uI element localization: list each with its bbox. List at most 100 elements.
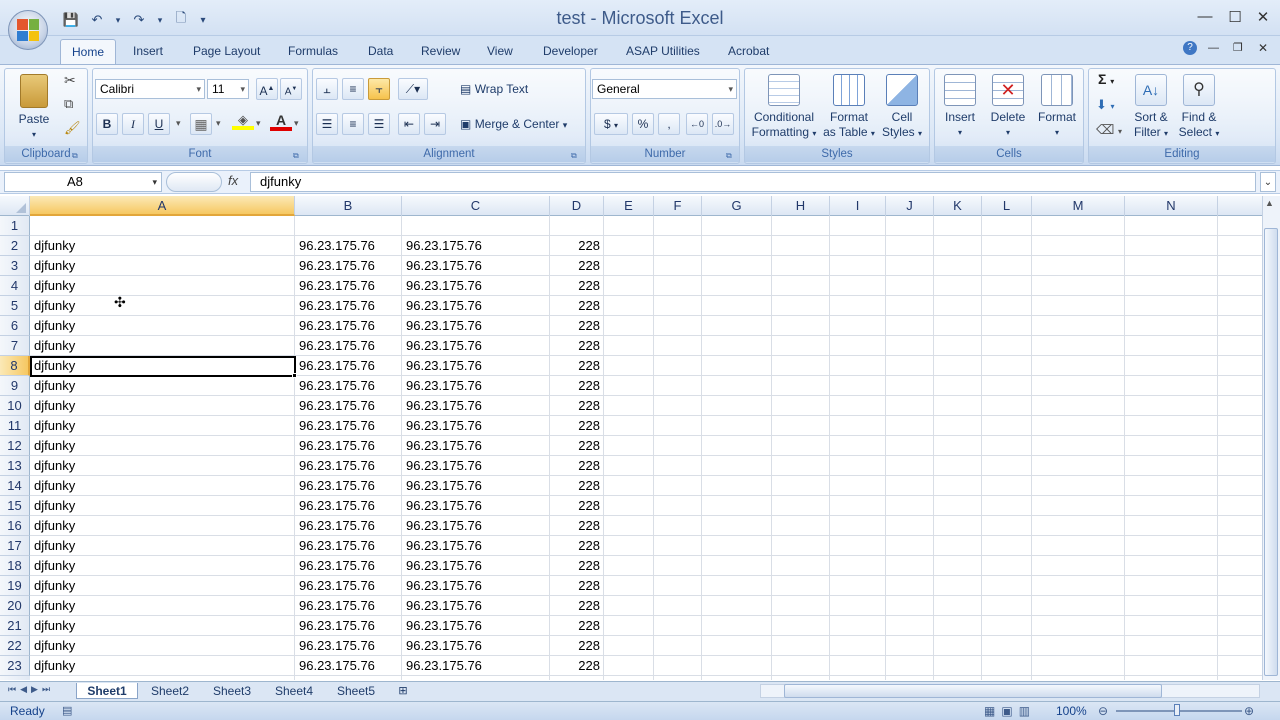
cell-c[interactable]: 96.23.175.76 (402, 616, 550, 636)
row-header[interactable]: 17 (0, 536, 30, 556)
name-box[interactable]: A8 ▾ (4, 172, 162, 192)
fill-color-dropdown-icon[interactable]: ▾ (256, 118, 261, 129)
cell-a[interactable] (30, 216, 295, 236)
row-header[interactable]: 6 (0, 316, 30, 336)
cell-b[interactable]: 96.23.175.76 (295, 456, 402, 476)
borders-dropdown-icon[interactable]: ▾ (216, 118, 221, 129)
merge-center-button[interactable]: ▣ Merge & Center ▾ (460, 117, 567, 131)
tab-view[interactable]: View (487, 44, 513, 62)
cell-c[interactable]: 96.23.175.76 (402, 536, 550, 556)
alignment-launcher-icon[interactable]: ⧉ (571, 151, 577, 161)
cell-b[interactable]: 96.23.175.76 (295, 236, 402, 256)
cell-b[interactable]: 96.23.175.76 (295, 296, 402, 316)
font-color-dropdown-icon[interactable]: ▾ (294, 118, 299, 129)
cell-d[interactable]: 228 (550, 656, 604, 676)
align-left-icon[interactable]: ☰ (316, 113, 338, 135)
cut-icon[interactable]: ✂ (64, 72, 76, 89)
find-select-button[interactable]: ⚲ Find & Select ▾ (1176, 74, 1222, 141)
cell-d[interactable]: 228 (550, 276, 604, 296)
page-break-view-icon[interactable]: ▥ (1019, 704, 1036, 718)
cell-c[interactable]: 96.23.175.76 (402, 296, 550, 316)
cell-b[interactable]: 96.23.175.76 (295, 556, 402, 576)
row-header[interactable]: 1 (0, 216, 30, 236)
tab-formulas[interactable]: Formulas (288, 44, 338, 62)
macro-record-icon[interactable]: ▤ (62, 704, 72, 717)
cell-c[interactable]: 96.23.175.76 (402, 376, 550, 396)
column-header-l[interactable]: L (982, 196, 1032, 216)
scroll-up-icon[interactable]: ▲ (1265, 198, 1274, 208)
underline-button[interactable]: U (148, 113, 170, 135)
cell-b[interactable]: 96.23.175.76 (295, 636, 402, 656)
formula-input[interactable]: djfunky (250, 172, 1256, 192)
cell-d[interactable]: 228 (550, 476, 604, 496)
column-header-m[interactable]: M (1032, 196, 1125, 216)
shrink-font-button[interactable]: A▼ (280, 78, 302, 100)
cell-c[interactable]: 96.23.175.76 (402, 436, 550, 456)
cell-a[interactable]: djfunky (30, 476, 295, 496)
column-header-i[interactable]: I (830, 196, 886, 216)
horizontal-scroll-thumb[interactable] (784, 684, 1162, 698)
row-header[interactable]: 13 (0, 456, 30, 476)
percent-button[interactable]: % (632, 113, 654, 135)
cell-b[interactable]: 96.23.175.76 (295, 516, 402, 536)
cell-b[interactable]: 96.23.175.76 (295, 256, 402, 276)
zoom-level[interactable]: 100% (1056, 704, 1087, 718)
cell-d[interactable]: 228 (550, 616, 604, 636)
cell-a[interactable]: djfunky (30, 336, 295, 356)
close-icon[interactable]: ✕ (1248, 8, 1278, 26)
cell-d[interactable]: 228 (550, 396, 604, 416)
row-header[interactable]: 7 (0, 336, 30, 356)
help-icon[interactable]: ? (1183, 41, 1197, 55)
cell-d[interactable]: 228 (550, 236, 604, 256)
row-header[interactable]: 12 (0, 436, 30, 456)
cell-b[interactable]: 96.23.175.76 (295, 496, 402, 516)
zoom-out-icon[interactable]: ⊖ (1098, 704, 1108, 718)
column-header-a[interactable]: A (30, 196, 295, 216)
cell-d[interactable]: 228 (550, 556, 604, 576)
tab-data[interactable]: Data (368, 44, 393, 62)
cell-d[interactable]: 228 (550, 496, 604, 516)
decrease-decimal-icon[interactable]: .0→ (712, 113, 734, 135)
sheet-tab-4[interactable]: Sheet4 (266, 683, 322, 699)
row-header[interactable]: 2 (0, 236, 30, 256)
cell-styles-button[interactable]: Cell Styles ▾ (878, 74, 926, 141)
vertical-scroll-thumb[interactable] (1264, 228, 1278, 676)
maximize-icon[interactable]: ☐ (1220, 8, 1250, 26)
cell-b[interactable]: 96.23.175.76 (295, 576, 402, 596)
minimize-icon[interactable]: — (1190, 8, 1220, 25)
cell-b[interactable] (295, 216, 402, 236)
sheet-tab-2[interactable]: Sheet2 (142, 683, 198, 699)
row-header[interactable]: 21 (0, 616, 30, 636)
worksheet-grid[interactable]: djfunky 96.23.175.76 96.23.175.76 228 djfunk… (30, 216, 1262, 680)
cell-b[interactable]: 96.23.175.76 (295, 476, 402, 496)
borders-icon[interactable]: ▦ (190, 113, 212, 135)
cell-a[interactable]: djfunky (30, 496, 295, 516)
bold-button[interactable]: B (96, 113, 118, 135)
cell-d[interactable]: 228 (550, 356, 604, 376)
row-header[interactable]: 11 (0, 416, 30, 436)
clear-icon[interactable]: ⌫ ▾ (1096, 122, 1122, 138)
cell-b[interactable]: 96.23.175.76 (295, 596, 402, 616)
row-header[interactable]: 16 (0, 516, 30, 536)
sheet-tab-5[interactable]: Sheet5 (328, 683, 384, 699)
cell-c[interactable] (402, 216, 550, 236)
cell-a[interactable]: djfunky (30, 596, 295, 616)
cell-a[interactable]: djfunky (30, 296, 295, 316)
tab-acrobat[interactable]: Acrobat (728, 44, 769, 62)
cell-a[interactable]: djfunky (30, 556, 295, 576)
cell-d[interactable] (550, 216, 604, 236)
cell-a[interactable]: djfunky (30, 576, 295, 596)
select-all-button[interactable] (0, 196, 30, 216)
workbook-minimize-icon[interactable]: — (1208, 42, 1219, 54)
row-header[interactable]: 15 (0, 496, 30, 516)
row-header[interactable]: 20 (0, 596, 30, 616)
cell-c[interactable]: 96.23.175.76 (402, 236, 550, 256)
cell-a[interactable]: djfunky (30, 236, 295, 256)
format-painter-icon[interactable]: 🖌 (64, 120, 81, 136)
cell-b[interactable]: 96.23.175.76 (295, 436, 402, 456)
insert-sheet-icon[interactable]: ⊞ (392, 683, 414, 699)
sheet-tab-1[interactable]: Sheet1 (76, 683, 138, 699)
cell-c[interactable]: 96.23.175.76 (402, 496, 550, 516)
cell-c[interactable]: 96.23.175.76 (402, 456, 550, 476)
number-format-select[interactable]: General ▾ (592, 79, 737, 99)
